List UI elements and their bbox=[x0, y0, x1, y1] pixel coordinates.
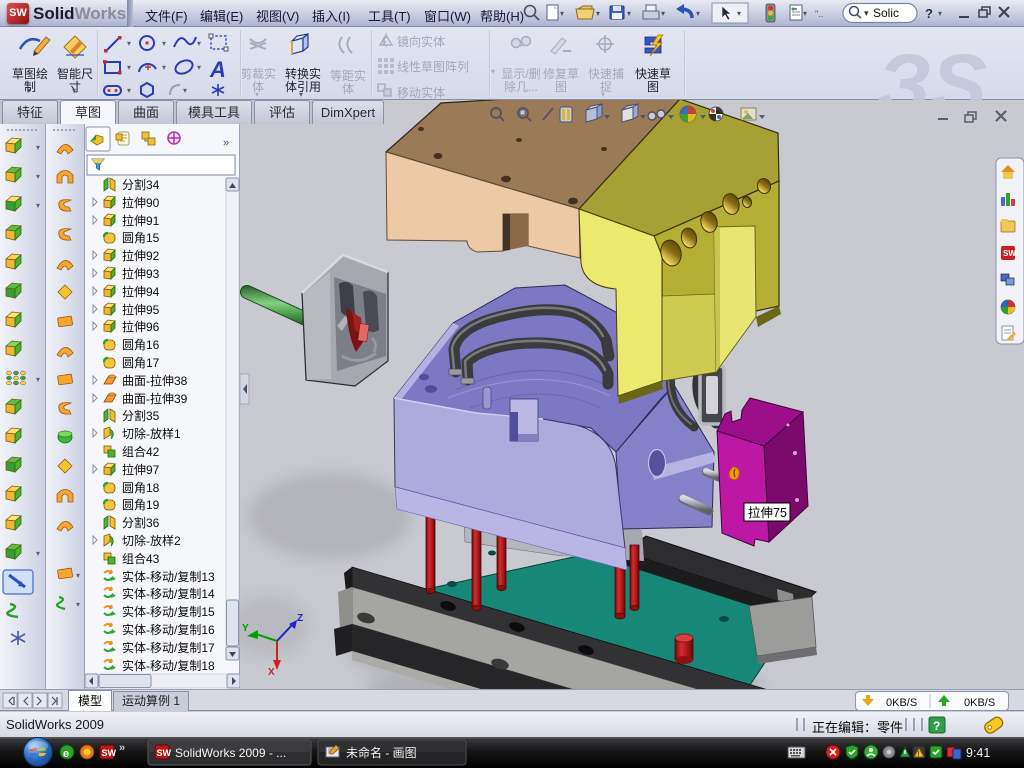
svg-text:▾: ▾ bbox=[127, 63, 131, 72]
svg-text:实体-移动/复制17: 实体-移动/复制17 bbox=[122, 640, 215, 655]
svg-text:?: ? bbox=[925, 6, 933, 21]
svg-text:''..: ''.. bbox=[815, 9, 823, 19]
svg-text:拉伸94: 拉伸94 bbox=[122, 284, 160, 299]
svg-text:▾: ▾ bbox=[627, 9, 631, 18]
svg-text:▾: ▾ bbox=[696, 9, 700, 18]
svg-text:»: » bbox=[223, 137, 229, 149]
svg-text:实体-移动/复制16: 实体-移动/复制16 bbox=[122, 622, 215, 637]
svg-text:分割35: 分割35 bbox=[122, 408, 160, 423]
svg-text:▾: ▾ bbox=[183, 86, 187, 95]
svg-text:▾: ▾ bbox=[197, 39, 201, 48]
svg-text:X: X bbox=[268, 667, 275, 678]
svg-text:切除-放样2: 切除-放样2 bbox=[122, 533, 181, 548]
svg-text:拉伸92: 拉伸92 bbox=[122, 248, 160, 263]
svg-text:拉伸90: 拉伸90 bbox=[122, 195, 160, 210]
svg-text:实体-移动/复制14: 实体-移动/复制14 bbox=[122, 586, 215, 601]
svg-text:组合42: 组合42 bbox=[122, 444, 160, 459]
svg-text:SW: SW bbox=[157, 748, 172, 758]
svg-text:圆角17: 圆角17 bbox=[122, 356, 160, 370]
svg-text:实体-移动/复制15: 实体-移动/复制15 bbox=[122, 604, 215, 619]
svg-text:曲面-拉伸38: 曲面-拉伸38 bbox=[122, 373, 188, 388]
svg-text:未命名 - 画图: 未命名 - 画图 bbox=[346, 745, 417, 760]
svg-text:0KB/S: 0KB/S bbox=[964, 697, 995, 709]
svg-text:拉伸93: 拉伸93 bbox=[122, 266, 160, 281]
svg-text:SW: SW bbox=[102, 748, 117, 758]
svg-text:SolidWorks 2009 - ...: SolidWorks 2009 - ... bbox=[175, 746, 286, 760]
svg-text:曲面-拉伸39: 曲面-拉伸39 bbox=[122, 391, 188, 406]
svg-text:分割36: 分割36 bbox=[122, 515, 160, 530]
svg-text:!: ! bbox=[918, 751, 920, 758]
svg-text:实体-移动/复制13: 实体-移动/复制13 bbox=[122, 569, 215, 584]
svg-text:0KB/S: 0KB/S bbox=[886, 697, 917, 709]
svg-text:▾: ▾ bbox=[76, 600, 80, 609]
svg-text:拉伸97: 拉伸97 bbox=[122, 462, 160, 477]
svg-text:A: A bbox=[209, 57, 226, 82]
svg-text:圆角18: 圆角18 bbox=[122, 481, 160, 495]
svg-text:▾: ▾ bbox=[938, 9, 942, 18]
svg-text:»: » bbox=[119, 742, 125, 754]
svg-text:▾: ▾ bbox=[162, 39, 166, 48]
svg-text:▾: ▾ bbox=[127, 86, 131, 95]
svg-text:拉伸95: 拉伸95 bbox=[122, 302, 160, 317]
svg-text:分割34: 分割34 bbox=[122, 177, 160, 192]
svg-text:?: ? bbox=[933, 719, 940, 733]
svg-text:圆角16: 圆角16 bbox=[122, 338, 160, 352]
svg-text:拉伸96: 拉伸96 bbox=[122, 319, 160, 334]
svg-text:▾: ▾ bbox=[76, 571, 80, 580]
svg-text:切除-放样1: 切除-放样1 bbox=[122, 426, 181, 441]
svg-text:▾: ▾ bbox=[127, 39, 131, 48]
svg-text:圆角15: 圆角15 bbox=[122, 231, 160, 245]
svg-text:▾: ▾ bbox=[596, 9, 600, 18]
svg-text:▾: ▾ bbox=[36, 549, 40, 558]
svg-text:▾: ▾ bbox=[162, 63, 166, 72]
svg-text:实体-移动/复制18: 实体-移动/复制18 bbox=[122, 658, 215, 673]
svg-text:▾: ▾ bbox=[560, 9, 564, 18]
svg-text:9:41: 9:41 bbox=[966, 746, 990, 760]
svg-text:圆角19: 圆角19 bbox=[122, 498, 160, 512]
svg-text:▾: ▾ bbox=[661, 9, 665, 18]
svg-text:Y: Y bbox=[242, 623, 249, 634]
svg-text:▾: ▾ bbox=[864, 8, 869, 18]
svg-text:Solic: Solic bbox=[873, 6, 899, 20]
svg-text:▾: ▾ bbox=[36, 201, 40, 210]
svg-text:ЗS: ЗS bbox=[877, 37, 987, 100]
svg-text:▾: ▾ bbox=[36, 172, 40, 181]
svg-text:SW: SW bbox=[1003, 249, 1016, 258]
svg-text:e: e bbox=[63, 748, 69, 760]
svg-text:!: ! bbox=[383, 37, 385, 46]
svg-text:拉伸75: 拉伸75 bbox=[748, 505, 787, 520]
svg-text:Z: Z bbox=[297, 613, 303, 624]
svg-text:拉伸91: 拉伸91 bbox=[122, 213, 160, 228]
svg-text:▾: ▾ bbox=[737, 9, 741, 18]
svg-text:▾: ▾ bbox=[36, 143, 40, 152]
svg-text:▾: ▾ bbox=[36, 375, 40, 384]
svg-text:▾: ▾ bbox=[197, 63, 201, 72]
svg-text:▾: ▾ bbox=[803, 9, 807, 18]
svg-text:组合43: 组合43 bbox=[122, 551, 160, 566]
